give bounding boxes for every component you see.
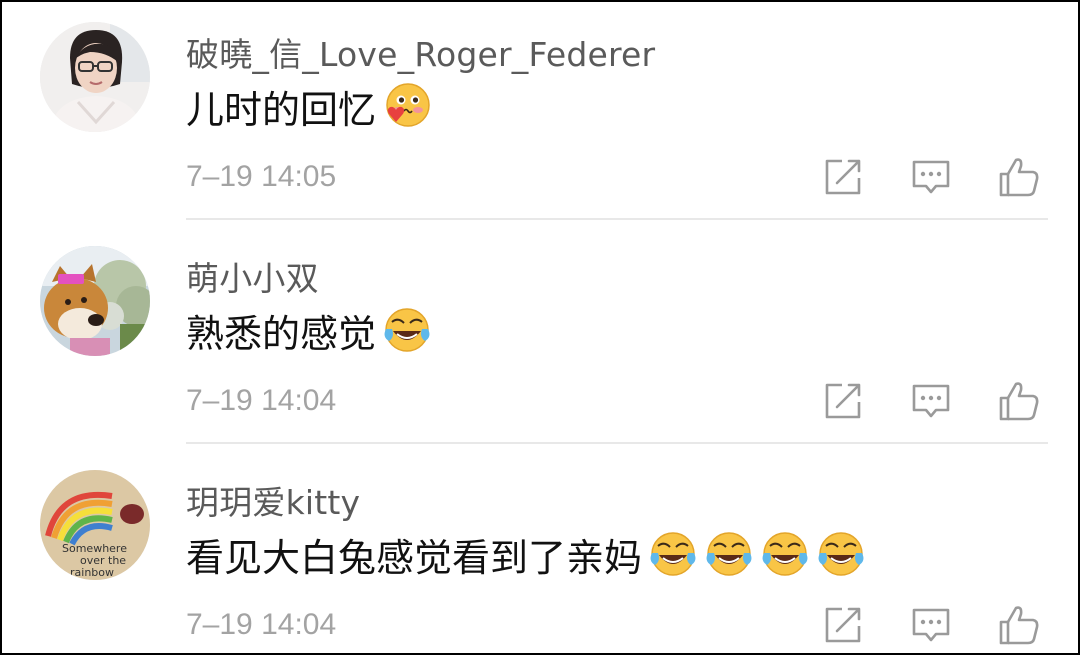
comment-list: 破曉_信_Love_Roger_Federer 儿时的回忆 7–19 14:05 — [0, 0, 1080, 655]
comment-text: 熟悉的感觉 — [186, 311, 377, 356]
laugh-cry-emoji — [704, 529, 754, 579]
share-button[interactable] — [820, 378, 866, 424]
comment-text: 儿时的回忆 — [186, 87, 377, 132]
comment-item: 破曉_信_Love_Roger_Federer 儿时的回忆 7–19 14:05 — [2, 2, 1078, 226]
share-button[interactable] — [820, 602, 866, 648]
comment-text-line: 看见大白兔感觉看到了亲妈 — [186, 528, 866, 580]
share-edit-icon — [825, 383, 861, 419]
divider — [186, 442, 1048, 444]
username[interactable]: 破曉_信_Love_Roger_Federer — [186, 28, 655, 76]
username[interactable]: 萌小小双 — [186, 252, 319, 300]
share-button[interactable] — [820, 154, 866, 200]
avatar[interactable] — [40, 246, 150, 356]
avatar[interactable]: Somewhere over the rainbow — [40, 470, 150, 580]
comment-text: 看见大白兔感觉看到了亲妈 — [186, 535, 643, 580]
comment-item: 萌小小双 熟悉的感觉 7–19 14:04 — [2, 226, 1078, 450]
blush-heart-emoji — [382, 81, 432, 131]
comment-text-line: 熟悉的感觉 — [186, 304, 432, 356]
like-button[interactable] — [996, 154, 1042, 200]
share-edit-icon — [825, 607, 861, 643]
comment-bubble-icon — [912, 160, 950, 194]
comment-time: 7–19 14:04 — [186, 608, 337, 641]
avatar-photo — [40, 246, 150, 356]
thumbs-up-icon — [999, 382, 1039, 421]
laugh-cry-emoji — [760, 529, 810, 579]
comment-item: Somewhere over the rainbow 玥玥爱kitty 看见大白… — [2, 450, 1078, 653]
reply-button[interactable] — [908, 602, 954, 648]
laugh-cry-emoji — [648, 529, 698, 579]
comment-text-line: 儿时的回忆 — [186, 80, 432, 132]
avatar-photo: Somewhere over the rainbow — [40, 470, 150, 580]
comment-bubble-icon — [912, 608, 950, 642]
divider — [186, 218, 1048, 220]
share-edit-icon — [825, 159, 861, 195]
thumbs-up-icon — [999, 158, 1039, 197]
reply-button[interactable] — [908, 378, 954, 424]
laugh-cry-emoji — [816, 529, 866, 579]
comment-time: 7–19 14:04 — [186, 384, 337, 417]
comment-time: 7–19 14:05 — [186, 160, 337, 193]
avatar-photo — [40, 22, 150, 132]
comment-bubble-icon — [912, 384, 950, 418]
avatar[interactable] — [40, 22, 150, 132]
like-button[interactable] — [996, 378, 1042, 424]
laugh-cry-emoji — [382, 305, 432, 355]
username[interactable]: 玥玥爱kitty — [186, 476, 360, 524]
reply-button[interactable] — [908, 154, 954, 200]
like-button[interactable] — [996, 602, 1042, 648]
thumbs-up-icon — [999, 606, 1039, 645]
